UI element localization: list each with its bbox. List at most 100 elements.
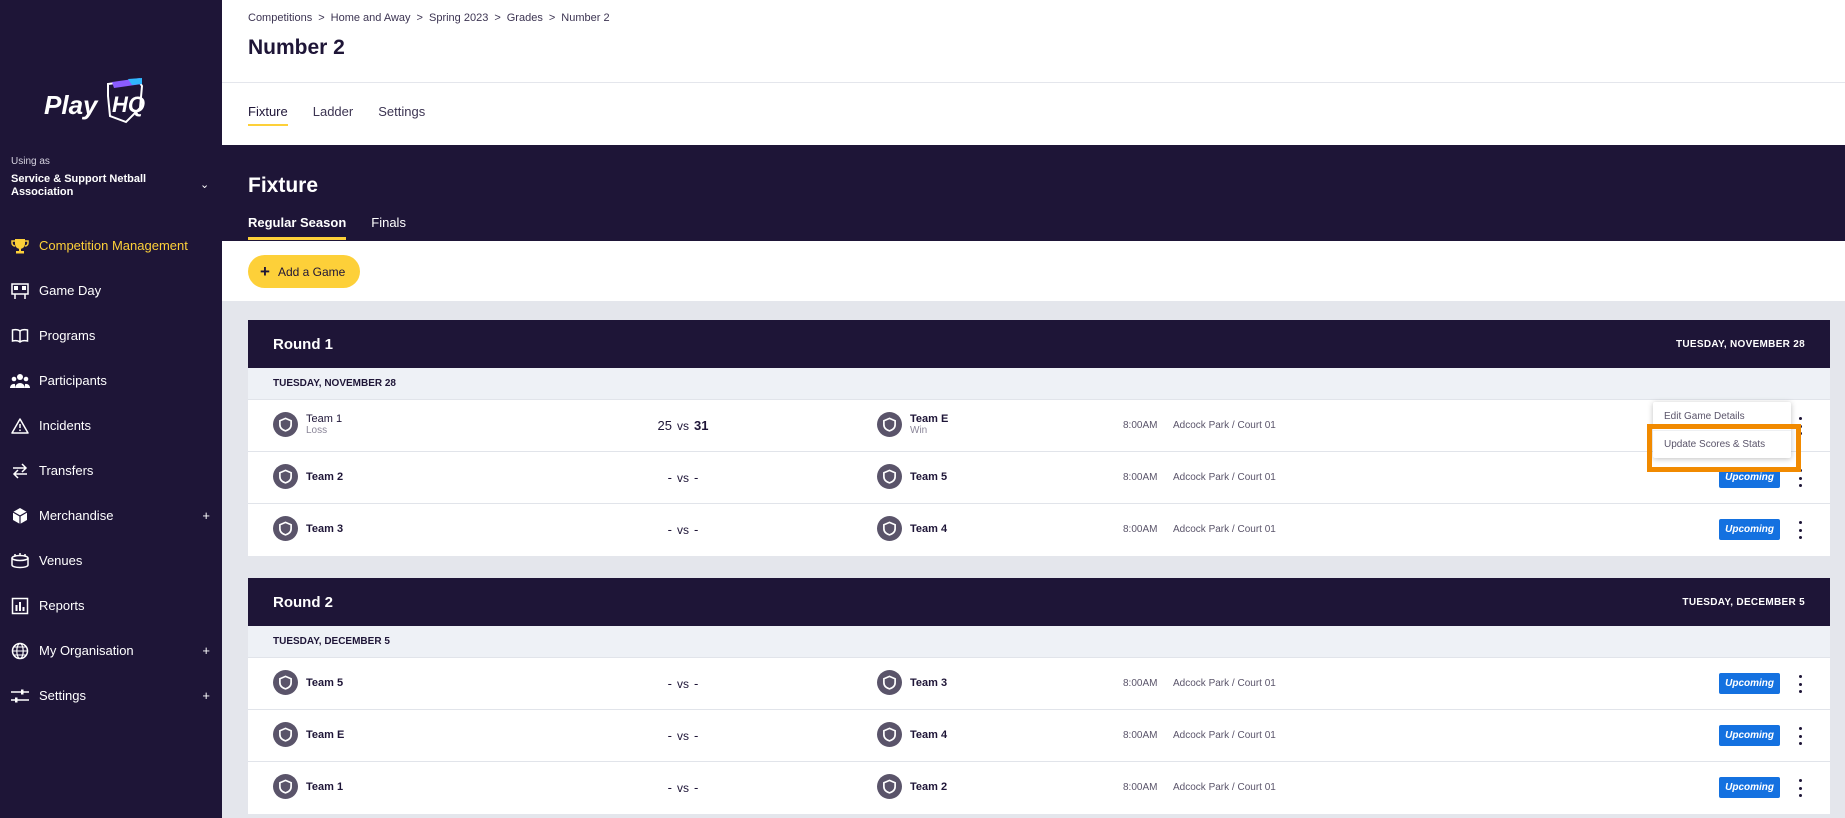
more-options-icon[interactable] <box>1795 673 1805 695</box>
team-shield-icon <box>877 412 902 437</box>
expand-icon[interactable]: + <box>202 643 210 658</box>
expand-icon[interactable]: + <box>202 508 210 523</box>
home-team[interactable]: Team 1 <box>273 774 343 799</box>
home-team[interactable]: Team 2 <box>273 464 343 489</box>
sidebar-item-label: Merchandise <box>39 508 114 523</box>
round-header: Round 2 TUESDAY, DECEMBER 5 <box>248 578 1830 626</box>
breadcrumb-item[interactable]: Competitions <box>248 12 312 24</box>
team-name: Team 2 <box>910 780 948 793</box>
away-team[interactable]: Team 4 <box>877 516 947 541</box>
away-score: 31 <box>694 418 709 433</box>
team-name: Team 1 <box>306 413 343 425</box>
day-label: TUESDAY, DECEMBER 5 <box>248 626 1830 658</box>
more-options-icon[interactable] <box>1795 519 1805 541</box>
game-row[interactable]: Team 1 - vs - Team 2 8:00AM Adcock Park / … <box>248 762 1830 814</box>
game-venue[interactable]: Adcock Park / Court 01 <box>1173 782 1276 793</box>
away-score: - <box>694 522 699 537</box>
tab-regular-season[interactable]: Regular Season <box>248 215 347 240</box>
status-badge: Upcoming <box>1719 519 1780 540</box>
game-time: 8:00AM <box>1123 472 1158 483</box>
team-name: Team E <box>306 728 345 741</box>
game-row[interactable]: Team E - vs - Team 4 8:00AM Adcock Park / … <box>248 710 1830 762</box>
edit-game-details-menu-item[interactable]: Edit Game Details <box>1653 402 1791 430</box>
status-badge: Upcoming <box>1719 725 1780 746</box>
game-time: 8:00AM <box>1123 782 1158 793</box>
away-team[interactable]: Team E Win <box>877 412 948 437</box>
sidebar-item-game-day[interactable]: Game Day <box>0 268 222 313</box>
sidebar-item-transfers[interactable]: Transfers <box>0 448 222 493</box>
playhq-logo[interactable]: Play HQ <box>42 78 162 130</box>
game-row[interactable]: Team 1 Loss 25 vs 31 Team E Win 8:00AM Adc… <box>248 400 1830 452</box>
sidebar-item-competition-management[interactable]: Competition Management <box>0 223 222 268</box>
game-row[interactable]: Team 5 - vs - Team 3 8:00AM Adcock Park / … <box>248 658 1830 710</box>
sidebar-item-label: Reports <box>39 598 85 613</box>
more-options-icon[interactable] <box>1795 415 1805 437</box>
home-team[interactable]: Team 1 Loss <box>273 412 342 437</box>
breadcrumb-item[interactable]: Home and Away <box>331 12 411 24</box>
trophy-icon <box>10 236 30 256</box>
breadcrumb-item[interactable]: Spring 2023 <box>429 12 488 24</box>
organisation-name[interactable]: Service & Support Netball Association <box>11 173 181 199</box>
game-time: 8:00AM <box>1123 730 1158 741</box>
sidebar-item-venues[interactable]: Venues <box>0 538 222 583</box>
add-game-button[interactable]: + Add a Game <box>248 255 361 288</box>
sidebar-item-incidents[interactable]: Incidents <box>0 403 222 448</box>
team-shield-icon <box>273 722 298 747</box>
game-venue[interactable]: Adcock Park / Court 01 <box>1173 420 1276 431</box>
game-venue[interactable]: Adcock Park / Court 01 <box>1173 678 1276 689</box>
sidebar-item-merchandise[interactable]: Merchandise + <box>0 493 222 538</box>
game-row[interactable]: Team 2 - vs - Team 5 8:00AM Adcock Park / … <box>248 452 1830 504</box>
expand-icon[interactable]: + <box>202 688 210 703</box>
tab-ladder[interactable]: Ladder <box>313 104 353 126</box>
globe-icon <box>10 641 30 661</box>
action-bar: + Add a Game <box>222 241 1845 301</box>
team-shield-icon <box>877 774 902 799</box>
more-options-icon[interactable] <box>1795 725 1805 747</box>
tab-fixture[interactable]: Fixture <box>248 104 288 126</box>
game-venue[interactable]: Adcock Park / Court 01 <box>1173 472 1276 483</box>
sidebar-item-label: My Organisation <box>39 643 134 658</box>
team-shield-icon <box>877 516 902 541</box>
plus-icon: + <box>260 262 270 281</box>
more-options-icon[interactable] <box>1795 467 1805 489</box>
divider <box>222 82 1845 83</box>
sidebar-item-settings[interactable]: Settings + <box>0 673 222 718</box>
home-team[interactable]: Team 5 <box>273 670 343 695</box>
round-card: Round 1 TUESDAY, NOVEMBER 28 TUESDAY, NO… <box>248 320 1830 556</box>
game-time: 8:00AM <box>1123 524 1158 535</box>
chevron-down-icon[interactable]: ⌄ <box>200 178 209 191</box>
stadium-icon <box>10 551 30 571</box>
vs-label: vs <box>677 677 689 691</box>
team-name: Team E <box>910 413 949 425</box>
sidebar-item-label: Venues <box>39 553 83 568</box>
round-date: TUESDAY, DECEMBER 5 <box>1682 596 1805 608</box>
game-venue[interactable]: Adcock Park / Court 01 <box>1173 730 1276 741</box>
tab-finals[interactable]: Finals <box>371 215 406 240</box>
home-team[interactable]: Team 3 <box>273 516 343 541</box>
away-team[interactable]: Team 2 <box>877 774 947 799</box>
breadcrumb-item-current: Number 2 <box>561 12 610 24</box>
home-team[interactable]: Team E <box>273 722 344 747</box>
away-team[interactable]: Team 5 <box>877 464 947 489</box>
sidebar-item-participants[interactable]: Participants <box>0 358 222 403</box>
round-header: Round 1 TUESDAY, NOVEMBER 28 <box>248 320 1830 368</box>
away-team[interactable]: Team 4 <box>877 722 947 747</box>
sidebar-item-programs[interactable]: Programs <box>0 313 222 358</box>
game-time: 8:00AM <box>1123 420 1158 431</box>
game-venue[interactable]: Adcock Park / Court 01 <box>1173 524 1276 535</box>
team-shield-icon <box>273 464 298 489</box>
tab-settings[interactable]: Settings <box>378 104 425 126</box>
team-name: Team 4 <box>910 522 948 535</box>
update-scores-stats-menu-item[interactable]: Update Scores & Stats <box>1653 430 1791 458</box>
breadcrumb-item[interactable]: Grades <box>507 12 543 24</box>
home-score: - <box>667 728 672 743</box>
sidebar-item-my-organisation[interactable]: My Organisation + <box>0 628 222 673</box>
game-row[interactable]: Team 3 - vs - Team 4 8:00AM Adcock Park / … <box>248 504 1830 556</box>
fixture-banner: Fixture Regular Season Finals <box>222 145 1845 241</box>
sidebar-item-label: Competition Management <box>39 238 188 253</box>
more-options-icon[interactable] <box>1795 777 1805 799</box>
team-name: Team 1 <box>306 780 344 793</box>
game-options-menu: Edit Game Details Update Scores & Stats <box>1653 402 1791 458</box>
away-team[interactable]: Team 3 <box>877 670 947 695</box>
sidebar-item-reports[interactable]: Reports <box>0 583 222 628</box>
